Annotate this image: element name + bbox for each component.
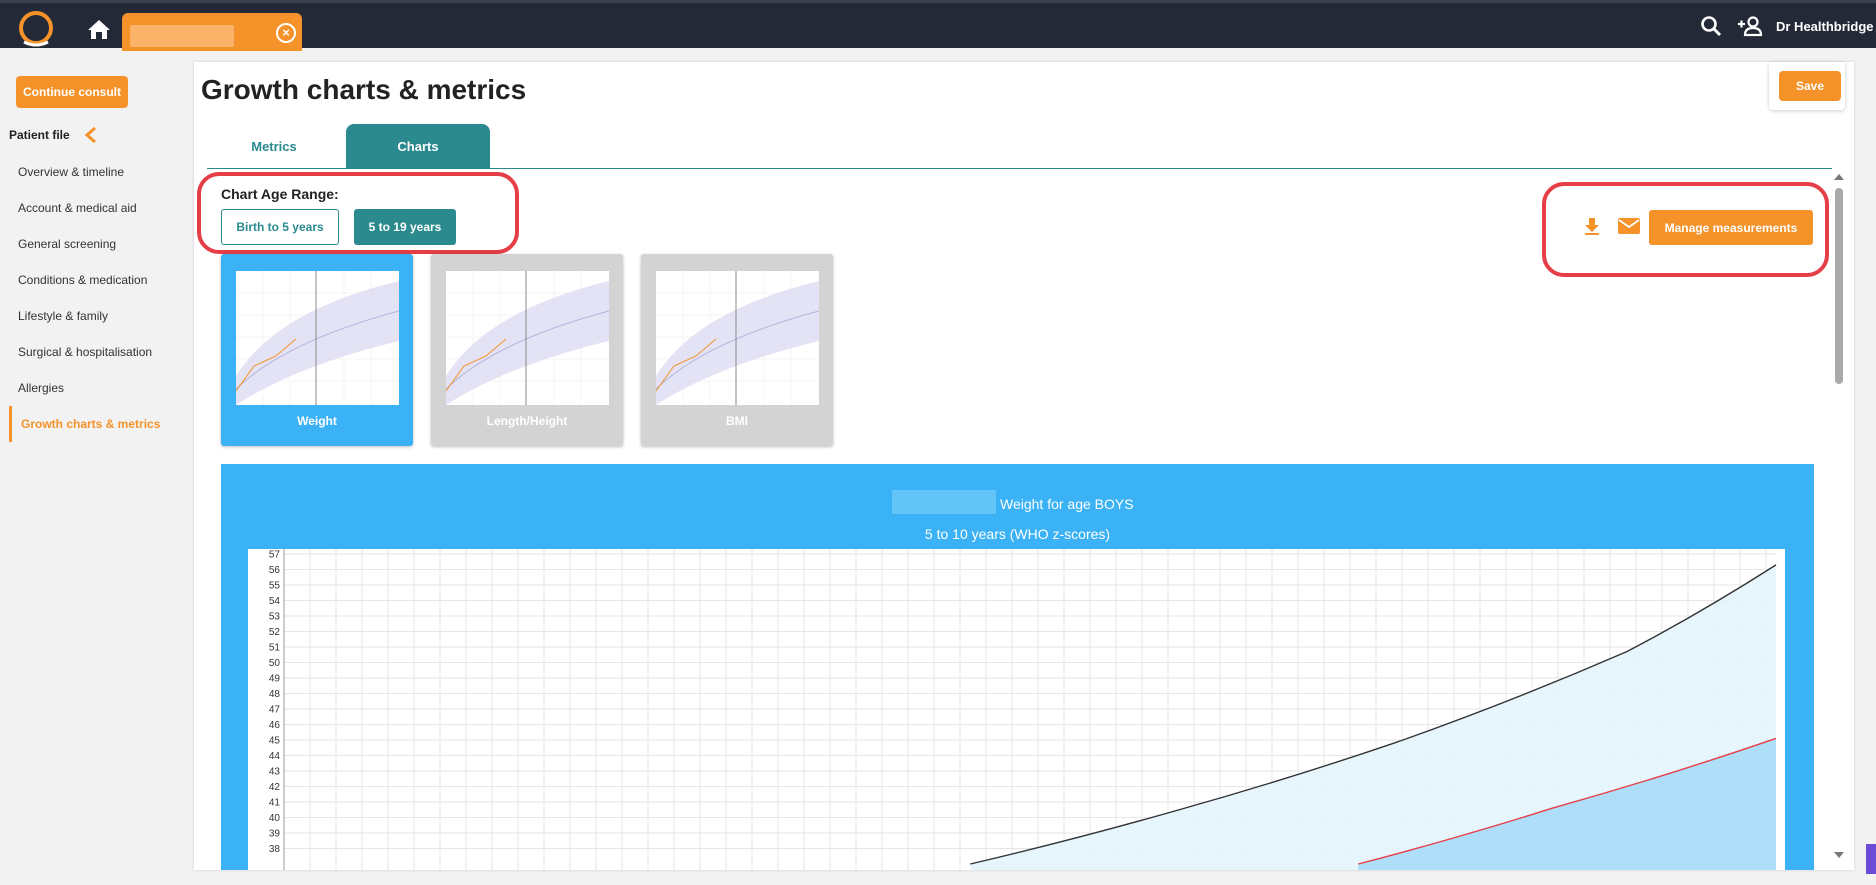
highlight-actions [1542,182,1829,277]
sidebar-item-allergies[interactable]: Allergies [9,370,189,406]
sidebar-item-surgical[interactable]: Surgical & hospitalisation [9,334,189,370]
tab-metrics[interactable]: Metrics [202,124,346,168]
y-tick-label: 40 [269,813,281,824]
thumb-label-length-height: Length/Height [486,414,568,428]
y-tick-label: 57 [269,550,281,561]
y-tick-label: 51 [269,643,281,654]
patient-tab[interactable]: × [122,13,302,51]
continue-consult-button[interactable]: Continue consult [16,76,128,108]
user-name[interactable]: Dr Healthbridge [1776,19,1874,34]
tabs-divider [207,168,1832,169]
thumb-label-bmi: BMI [726,414,748,428]
y-tick-label: 49 [269,674,281,685]
sidebar-item-growth-charts[interactable]: Growth charts & metrics [9,406,189,442]
y-tick-label: 44 [269,751,281,762]
y-tick-label: 48 [269,689,281,700]
scroll-up-arrow-icon[interactable] [1833,172,1845,182]
y-tick-label: 47 [269,705,281,716]
save-button[interactable]: Save [1779,71,1841,101]
y-tick-label: 46 [269,720,281,731]
y-tick-label: 52 [269,627,281,638]
patient-file-heading: Patient file [9,128,70,142]
highlight-age-range [197,172,519,254]
y-tick-label: 55 [269,581,281,592]
y-tick-label: 50 [269,658,281,669]
add-person-icon[interactable] [1737,15,1763,37]
sidebar-item-overview[interactable]: Overview & timeline [9,154,189,190]
chart-thumb-weight[interactable]: Weight [221,254,413,446]
scrollbar-thumb[interactable] [1835,188,1843,384]
sidebar-nav: Overview & timeline Account & medical ai… [9,154,189,442]
thumb-chart-weight [236,271,399,405]
chevron-left-icon[interactable] [84,126,98,144]
sidebar-item-account[interactable]: Account & medical aid [9,190,189,226]
chart-thumb-bmi[interactable]: BMI [641,254,833,446]
y-tick-label: 38 [269,844,281,855]
y-tick-label: 53 [269,612,281,623]
chart-plot-area: 38 39 40 41 42 43 44 45 46 47 48 49 50 51 52 53 54 55 56 57 [248,549,1785,870]
home-icon[interactable] [86,17,112,41]
y-tick-label: 45 [269,736,281,747]
y-tick-label: 56 [269,565,281,576]
y-tick-label: 41 [269,798,281,809]
patient-tab-name [130,25,234,47]
patient-name-redacted [892,490,996,514]
chart-title: Weight for age BOYS [1000,496,1134,512]
chart-subtitle: 5 to 10 years (WHO z-scores) [924,526,1111,542]
tab-charts[interactable]: Charts [346,124,490,168]
scroll-down-arrow-icon[interactable] [1833,850,1845,860]
chart-thumb-length-height[interactable]: Length/Height [431,254,623,446]
sidebar-item-lifestyle[interactable]: Lifestyle & family [9,298,189,334]
thumb-label-weight: Weight [297,414,337,428]
ring-logo-icon[interactable] [16,9,56,47]
y-tick-label: 42 [269,782,281,793]
search-icon[interactable] [1700,15,1722,37]
thumb-chart-length-height [446,271,609,405]
sidebar-item-conditions[interactable]: Conditions & medication [9,262,189,298]
sidebar-item-screening[interactable]: General screening [9,226,189,262]
close-circle-icon[interactable]: × [276,23,296,43]
thumb-chart-bmi [656,271,819,405]
y-tick-label: 43 [269,767,281,778]
top-bar: × Dr Healthbridge [0,0,1876,51]
page-title: Growth charts & metrics [201,74,527,105]
y-tick-label: 54 [269,596,281,607]
weight-chart-svg: 38 39 40 41 42 43 44 45 46 47 48 49 50 51 52 53 54 55 56 57 [269,549,1777,870]
y-tick-label: 39 [269,829,281,840]
corner-accent [1866,844,1876,874]
